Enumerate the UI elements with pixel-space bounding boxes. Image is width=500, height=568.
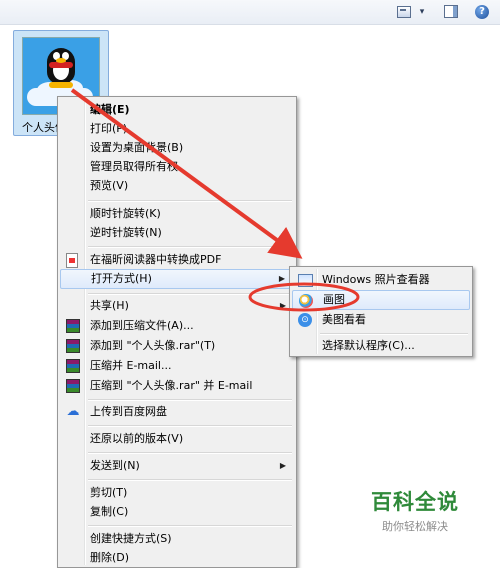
watermark-subtitle: 助你轻松解决	[382, 520, 448, 533]
watermark: 百科全说 助你轻松解决	[355, 486, 475, 534]
watermark-title: 百科全说	[371, 490, 459, 514]
annotation-arrow	[70, 88, 303, 259]
annotation-overlay	[70, 88, 360, 312]
annotation-circle	[248, 282, 360, 312]
